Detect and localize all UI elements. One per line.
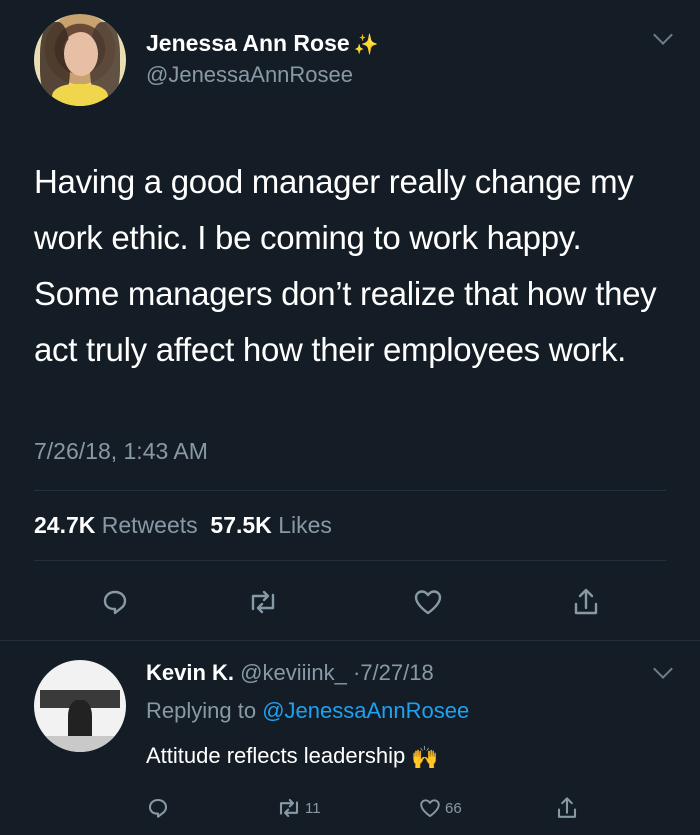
- chevron-down-icon[interactable]: [653, 659, 673, 679]
- reply-tweet: Kevin K. @keviiink_ ·7/27/18 Replying to…: [0, 640, 700, 835]
- like-icon: [420, 799, 440, 818]
- reply-like-button[interactable]: 66: [418, 792, 462, 824]
- tweet-text: Having a good manager really change my w…: [34, 163, 657, 368]
- reply-date[interactable]: 7/27/18: [360, 660, 433, 685]
- reply-actions: 11 66: [0, 792, 700, 824]
- share-icon[interactable]: [566, 582, 606, 622]
- retweet-icon: [279, 798, 299, 818]
- reply-retweet-count: 11: [305, 799, 321, 817]
- replying-to-mention[interactable]: @JenessaAnnRosee: [262, 698, 469, 723]
- replying-to-prefix: Replying to: [146, 698, 257, 723]
- main-tweet: Jenessa Ann Rose ✨ @JenessaAnnRosee Havin…: [0, 0, 700, 640]
- reply-text-content: Attitude reflects leadership: [146, 743, 406, 768]
- tweet-stats: 24.7K Retweets 57.5K Likes: [34, 512, 332, 539]
- tweet-actions: [0, 582, 700, 622]
- reply-text: Attitude reflects leadership 🙌: [146, 743, 439, 771]
- reply-header: Kevin K. @keviiink_ ·7/27/18: [146, 660, 434, 686]
- retweet-icon[interactable]: [243, 582, 283, 622]
- like-label[interactable]: Likes: [278, 512, 332, 538]
- reply-icon[interactable]: [95, 582, 135, 622]
- retweet-count[interactable]: 24.7K: [34, 512, 95, 538]
- reply-author-handle[interactable]: @keviiink_: [240, 660, 347, 685]
- author-name[interactable]: Jenessa Ann Rose ✨: [146, 30, 379, 57]
- reply-author-avatar[interactable]: [34, 660, 126, 752]
- author-name-text[interactable]: Jenessa Ann Rose: [146, 30, 350, 56]
- author-handle[interactable]: @JenessaAnnRosee: [146, 62, 353, 88]
- like-count[interactable]: 57.5K: [210, 512, 271, 538]
- divider: [34, 490, 666, 491]
- reply-author-name[interactable]: Kevin K.: [146, 660, 234, 685]
- sparkles-emoji: ✨: [353, 34, 379, 56]
- tweet-timestamp[interactable]: 7/26/18, 1:43 AM: [34, 438, 208, 465]
- replying-to: Replying to @JenessaAnnRosee: [146, 698, 469, 724]
- raised-hands-emoji: 🙌: [411, 745, 439, 770]
- reply-icon[interactable]: [146, 792, 170, 824]
- reply-retweet-button[interactable]: 11: [276, 792, 321, 824]
- share-icon[interactable]: [555, 792, 579, 824]
- reply-like-count: 66: [445, 799, 462, 817]
- like-icon[interactable]: [408, 582, 448, 622]
- retweet-label[interactable]: Retweets: [102, 512, 198, 538]
- divider: [34, 560, 666, 561]
- author-avatar[interactable]: [34, 14, 126, 106]
- chevron-down-icon[interactable]: [653, 25, 673, 45]
